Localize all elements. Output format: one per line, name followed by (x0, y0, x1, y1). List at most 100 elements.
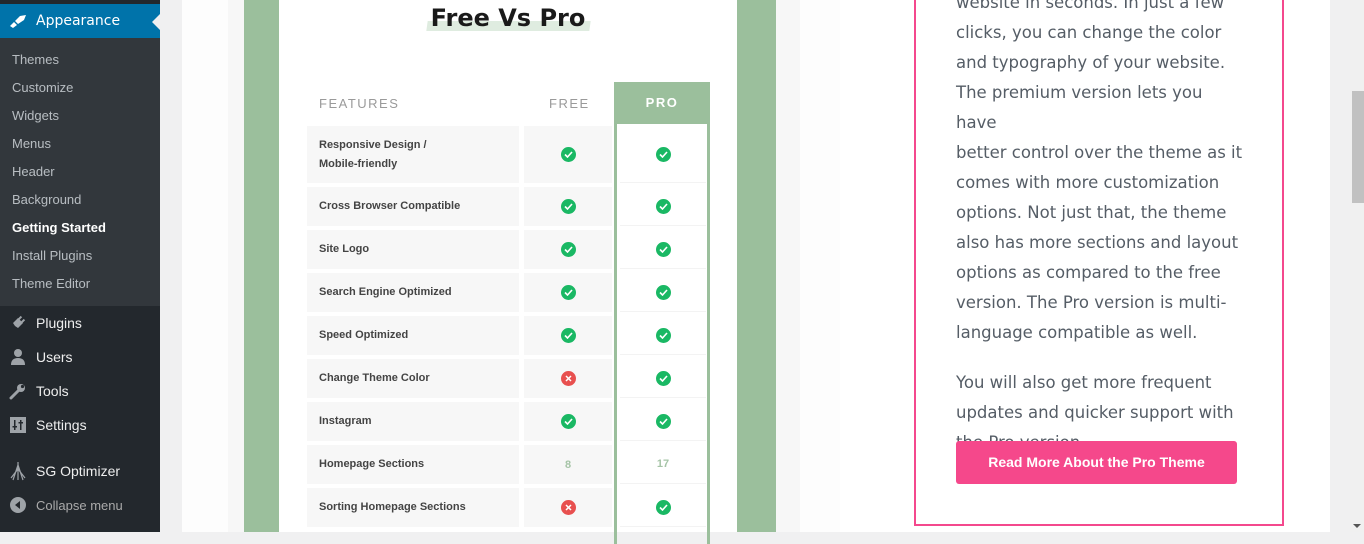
table-row: Change Theme Color (307, 357, 707, 400)
sidebar-item-sg-optimizer[interactable]: SG Optimizer (0, 454, 160, 488)
check-icon (655, 370, 671, 386)
pro-cell (620, 126, 706, 183)
feature-cell: Cross Browser Compatible (307, 187, 519, 226)
comparison-header: FEATURES FREE PRO (279, 82, 737, 124)
text-line: better control over the theme as it (956, 143, 1243, 162)
count-value: 8 (564, 458, 572, 471)
free-cell (524, 488, 612, 527)
feature-label: Homepage Sections (319, 458, 425, 470)
check-icon (560, 242, 576, 257)
free-cell (524, 402, 612, 441)
submenu-item-install-plugins[interactable]: Install Plugins (0, 242, 160, 270)
submenu-item-menus[interactable]: Menus (0, 130, 160, 158)
header-pro: PRO (614, 82, 710, 124)
plugin-icon (0, 314, 36, 332)
text-line: also has more sections and layout (956, 233, 1239, 252)
check-icon (655, 327, 671, 343)
read-more-pro-button[interactable]: Read More About the Pro Theme (956, 441, 1237, 484)
comparison-panel: Free Vs Pro FEATURES FREE PRO Responsive… (182, 0, 842, 544)
sidebar-item-label: Appearance (36, 13, 121, 29)
pro-info-panel: website in seconds. In just a few clicks,… (840, 0, 1330, 532)
header-features: FEATURES (319, 96, 400, 111)
check-icon (655, 146, 671, 162)
free-cell (524, 126, 612, 183)
page-scrollbar[interactable] (1350, 0, 1364, 532)
user-icon (0, 348, 36, 366)
free-cell (524, 230, 612, 269)
pro-cell (620, 359, 706, 398)
main-content: Free Vs Pro FEATURES FREE PRO Responsive… (160, 0, 1350, 544)
wrench-icon (0, 382, 36, 400)
free-cell: 8 (524, 445, 612, 484)
feature-cell: Sorting Homepage Sections (307, 488, 519, 527)
sidebar-item-label: Plugins (36, 315, 82, 331)
sidebar-item-label: SG Optimizer (36, 463, 121, 479)
submenu-item-header[interactable]: Header (0, 158, 160, 186)
submenu-item-background[interactable]: Background (0, 186, 160, 214)
feature-cell: Instagram (307, 402, 519, 441)
text-line: You will also get more frequent (956, 373, 1212, 392)
cross-icon (560, 500, 576, 515)
check-icon (655, 198, 671, 214)
collapse-menu-label: Collapse menu (36, 497, 123, 513)
pro-cell (620, 273, 706, 312)
check-icon (560, 328, 576, 343)
sidebar-item-plugins[interactable]: Plugins (0, 306, 160, 340)
free-cell (524, 187, 612, 226)
table-row: Cross Browser Compatible (307, 185, 707, 228)
submenu-item-getting-started[interactable]: Getting Started (0, 214, 160, 242)
feature-label: Instagram (319, 415, 372, 427)
feature-label: Responsive Design / (319, 138, 427, 151)
table-row: Site Logo (307, 228, 707, 271)
text-line: comes with more customization (956, 173, 1220, 192)
current-menu-arrow (152, 14, 160, 30)
text-line: and typography of your website. (956, 53, 1226, 72)
collapse-arrow-icon (0, 496, 36, 514)
pro-info-box: website in seconds. In just a few clicks,… (914, 0, 1284, 526)
feature-cell: Site Logo (307, 230, 519, 269)
text-line: options. Not just that, the theme (956, 203, 1227, 222)
pro-cell (620, 316, 706, 355)
table-row: Search Engine Optimized (307, 271, 707, 314)
collapse-menu-button[interactable]: Collapse menu (0, 488, 160, 522)
check-icon (655, 413, 671, 429)
sidebar-item-appearance[interactable]: Appearance (0, 4, 160, 38)
scroll-down-arrow-icon[interactable] (1353, 524, 1361, 528)
submenu-item-theme-editor[interactable]: Theme Editor (0, 270, 160, 298)
submenu-item-themes[interactable]: Themes (0, 46, 160, 74)
comparison-rows: Responsive Design / Mobile-friendly Cross… (307, 124, 707, 529)
feature-cell: Responsive Design / Mobile-friendly (307, 126, 519, 183)
free-cell (524, 359, 612, 398)
pro-cell (620, 488, 706, 527)
pro-description: website in seconds. In just a few clicks,… (956, 0, 1246, 478)
table-row: Sorting Homepage Sections (307, 486, 707, 529)
feature-cell: Change Theme Color (307, 359, 519, 398)
pro-cell (620, 402, 706, 441)
sidebar-main-items: Plugins Users Tools Settings SG Optimize… (0, 306, 160, 522)
header-free: FREE (549, 96, 590, 111)
sidebar-item-tools[interactable]: Tools (0, 374, 160, 408)
text-line: language compatible as well. (956, 323, 1198, 342)
check-icon (655, 241, 671, 257)
check-icon (560, 147, 576, 162)
comparison-title-text: Free Vs Pro (427, 4, 590, 32)
scrollbar-thumb[interactable] (1352, 91, 1364, 203)
free-cell (524, 273, 612, 312)
feature-label: Search Engine Optimized (319, 286, 452, 298)
feature-label-line2: Mobile-friendly (319, 157, 398, 170)
table-row: Instagram (307, 400, 707, 443)
admin-sidebar: Appearance Themes Customize Widgets Menu… (0, 0, 160, 532)
text-line: options as compared to the free (956, 263, 1221, 282)
submenu-item-customize[interactable]: Customize (0, 74, 160, 102)
count-value: 17 (656, 458, 670, 470)
feature-cell: Homepage Sections (307, 445, 519, 484)
check-icon (560, 285, 576, 300)
sidebar-item-users[interactable]: Users (0, 340, 160, 374)
sidebar-item-settings[interactable]: Settings (0, 408, 160, 442)
pro-description-paragraph-1: website in seconds. In just a few clicks,… (956, 0, 1246, 348)
submenu-item-widgets[interactable]: Widgets (0, 102, 160, 130)
pro-cell: 17 (620, 445, 706, 484)
sidebar-item-label: Tools (36, 383, 69, 399)
appearance-submenu: Themes Customize Widgets Menus Header Ba… (0, 38, 160, 306)
sg-optimizer-icon (0, 461, 36, 481)
